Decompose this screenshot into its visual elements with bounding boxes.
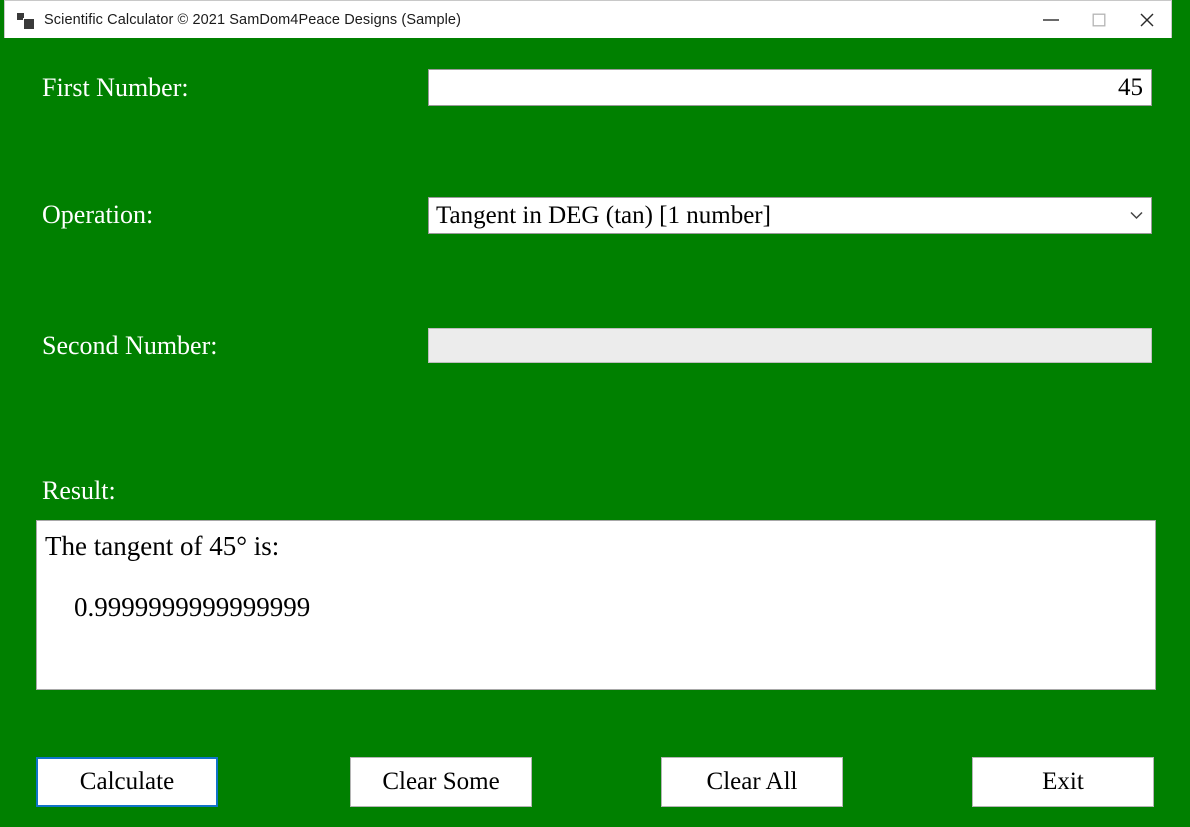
- exit-button[interactable]: Exit: [972, 757, 1154, 807]
- chevron-down-icon: [1127, 211, 1145, 220]
- first-number-input[interactable]: 45: [428, 69, 1152, 106]
- calculate-button[interactable]: Calculate: [36, 757, 218, 807]
- window-title: Scientific Calculator © 2021 SamDom4Peac…: [44, 11, 462, 28]
- result-line-1: The tangent of 45° is:: [45, 531, 280, 561]
- clear-all-button[interactable]: Clear All: [661, 757, 843, 807]
- second-number-label: Second Number:: [42, 331, 218, 360]
- app-window-icon: [17, 11, 35, 30]
- maximize-button[interactable]: [1075, 1, 1123, 38]
- close-button[interactable]: [1123, 1, 1171, 38]
- title-bar[interactable]: Scientific Calculator © 2021 SamDom4Peac…: [4, 0, 1172, 38]
- caption-button-group: [1027, 1, 1171, 38]
- form-body: First Number: 45 Operation: Tangent in D…: [8, 38, 1182, 827]
- result-line-2: 0.9999999999999999: [74, 592, 311, 623]
- calculator-window: Scientific Calculator © 2021 SamDom4Peac…: [0, 0, 1190, 827]
- second-number-input[interactable]: [428, 328, 1152, 363]
- minimize-button[interactable]: [1027, 1, 1075, 38]
- operation-dropdown[interactable]: Tangent in DEG (tan) [1 number]: [428, 197, 1152, 234]
- first-number-label: First Number:: [42, 73, 189, 102]
- clear-some-button[interactable]: Clear Some: [350, 757, 532, 807]
- operation-selected-value: Tangent in DEG (tan) [1 number]: [436, 201, 771, 229]
- result-output-box[interactable]: The tangent of 45° is: 0.999999999999999…: [36, 520, 1156, 690]
- operation-label: Operation:: [42, 200, 154, 229]
- result-label: Result:: [42, 476, 116, 505]
